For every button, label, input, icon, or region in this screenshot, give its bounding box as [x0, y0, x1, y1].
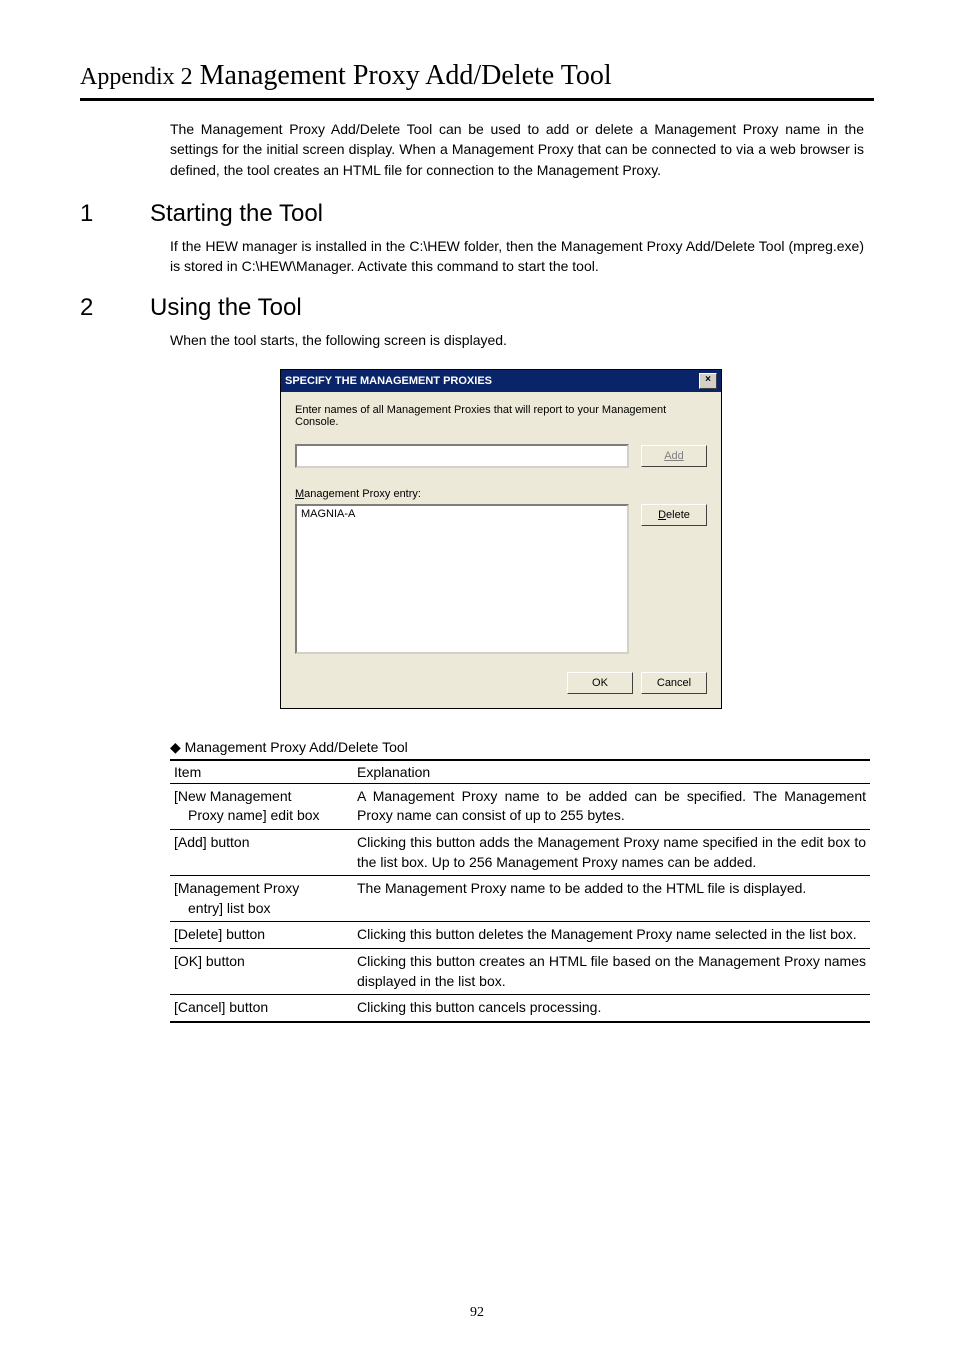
table-row: [OK] button Clicking this button creates…: [170, 948, 870, 994]
proxy-name-input[interactable]: [295, 444, 629, 468]
table-cell-item: [Cancel] button: [170, 995, 353, 1022]
section-1-number: 1: [80, 200, 150, 228]
description-table: Item Explanation [New Management Proxy n…: [170, 759, 870, 1023]
section-1-heading: 1 Starting the Tool: [80, 200, 874, 228]
close-button[interactable]: ×: [699, 373, 717, 389]
cancel-button-label: Cancel: [657, 677, 691, 689]
table-row: [Delete] button Clicking this button del…: [170, 922, 870, 949]
table-cell-item: [Management Proxy entry] list box: [170, 876, 353, 922]
table-cell-item: [OK] button: [170, 948, 353, 994]
dialog-instruction: Enter names of all Management Proxies th…: [295, 404, 707, 428]
dialog-titlebar: SPECIFY THE MANAGEMENT PROXIES ×: [281, 370, 721, 392]
dialog-screenshot: SPECIFY THE MANAGEMENT PROXIES × Enter n…: [280, 369, 874, 709]
table-header-explanation: Explanation: [353, 760, 870, 784]
table-cell-expl: A Management Proxy name to be added can …: [353, 783, 870, 829]
section-2-heading: 2 Using the Tool: [80, 294, 874, 322]
section-2-number: 2: [80, 294, 150, 322]
table-caption: ◆ Management Proxy Add/Delete Tool: [170, 739, 874, 756]
table-cell-expl: Clicking this button deletes the Managem…: [353, 922, 870, 949]
page-number: 92: [0, 1305, 954, 1321]
list-item[interactable]: MAGNIA-A: [301, 508, 623, 520]
appendix-heading: Appendix 2 Management Proxy Add/Delete T…: [80, 60, 874, 101]
appendix-title-text: Management Proxy Add/Delete Tool: [200, 60, 612, 91]
dialog-window: SPECIFY THE MANAGEMENT PROXIES × Enter n…: [280, 369, 722, 709]
cancel-button[interactable]: Cancel: [641, 672, 707, 694]
section-2-title: Using the Tool: [150, 294, 302, 322]
section-2-body: When the tool starts, the following scre…: [170, 330, 864, 350]
intro-paragraph: The Management Proxy Add/Delete Tool can…: [170, 119, 864, 180]
table-row: [New Management Proxy name] edit box A M…: [170, 783, 870, 829]
add-button[interactable]: Add: [641, 445, 707, 467]
section-1-body: If the HEW manager is installed in the C…: [170, 236, 864, 277]
proxy-entry-listbox[interactable]: MAGNIA-A: [295, 504, 629, 654]
table-cell-expl: Clicking this button adds the Management…: [353, 829, 870, 875]
table-cell-item: [New Management Proxy name] edit box: [170, 783, 353, 829]
section-1-title: Starting the Tool: [150, 200, 323, 228]
table-cell-expl: Clicking this button cancels processing.: [353, 995, 870, 1022]
close-icon: ×: [705, 374, 711, 385]
add-button-label: Add: [664, 450, 684, 462]
dialog-title: SPECIFY THE MANAGEMENT PROXIES: [285, 375, 492, 387]
ok-button-label: OK: [592, 677, 608, 689]
table-cell-expl: The Management Proxy name to be added to…: [353, 876, 870, 922]
table-cell-expl: Clicking this button creates an HTML fil…: [353, 948, 870, 994]
appendix-label: Appendix 2: [80, 64, 193, 90]
entry-label: Management Proxy entry:: [295, 488, 707, 500]
delete-button[interactable]: Delete: [641, 504, 707, 526]
table-header-item: Item: [170, 760, 353, 784]
ok-button[interactable]: OK: [567, 672, 633, 694]
table-cell-item: [Add] button: [170, 829, 353, 875]
table-row: [Management Proxy entry] list box The Ma…: [170, 876, 870, 922]
table-row: [Add] button Clicking this button adds t…: [170, 829, 870, 875]
table-row: [Cancel] button Clicking this button can…: [170, 995, 870, 1022]
table-cell-item: [Delete] button: [170, 922, 353, 949]
